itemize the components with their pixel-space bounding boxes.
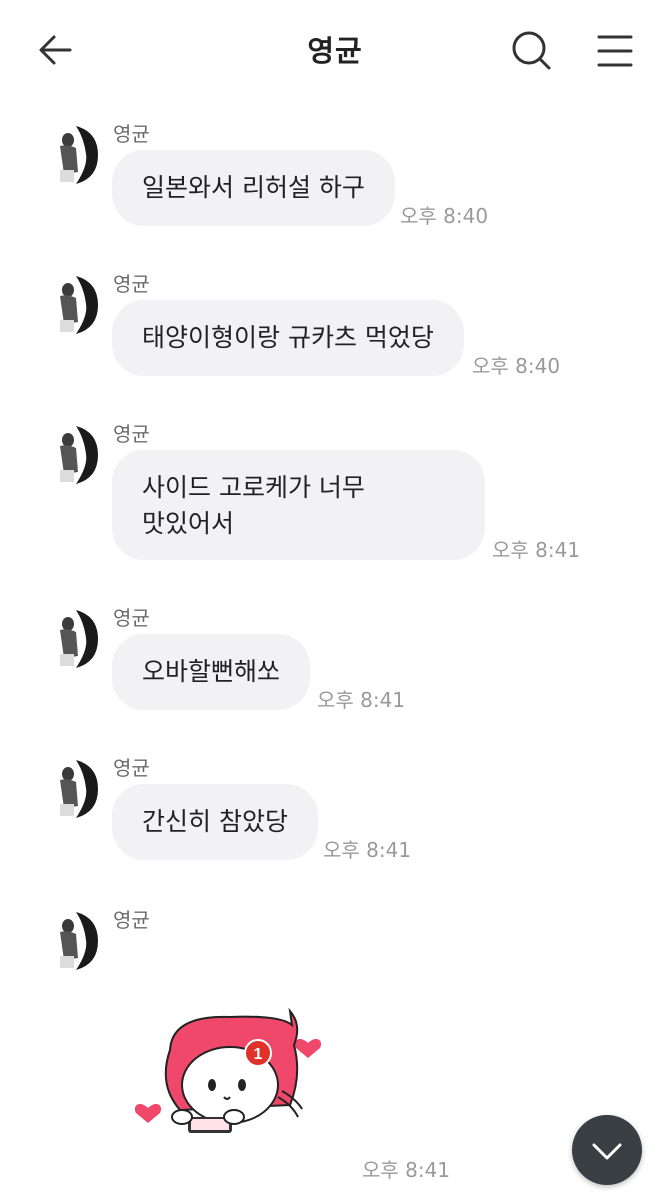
avatar[interactable] — [48, 760, 98, 818]
avatar[interactable] — [48, 426, 98, 484]
avatar-photo — [48, 126, 98, 184]
search-icon — [512, 31, 551, 70]
message-time: 오후 8:41 — [492, 538, 581, 562]
avatar[interactable] — [48, 912, 98, 970]
avatar-photo — [48, 276, 98, 334]
message-bubble[interactable]: 사이드 고로케가 너무 맛있어서 — [112, 450, 485, 560]
sender-name: 영균 — [113, 756, 150, 780]
scroll-to-bottom-button[interactable] — [572, 1115, 642, 1185]
chevron-down-icon — [592, 1143, 622, 1160]
message-time: 오후 8:40 — [472, 354, 561, 378]
avatar-photo — [48, 426, 98, 484]
pink-hooded-character-sticker-icon: 1 — [134, 1007, 322, 1133]
sticker-badge: 1 — [254, 1046, 263, 1063]
sender-name: 영균 — [113, 422, 150, 446]
message-time: 오후 8:41 — [323, 838, 412, 862]
avatar-photo — [48, 610, 98, 668]
sender-name: 영균 — [113, 908, 150, 932]
avatar[interactable] — [48, 610, 98, 668]
message-time: 오후 8:41 — [362, 1158, 451, 1182]
message-bubble[interactable]: 일본와서 리허설 하구 — [112, 150, 395, 226]
message-bubble[interactable]: 오바할뻔해쏘 — [112, 634, 311, 710]
sticker[interactable]: 1 — [130, 1005, 330, 1155]
message-bubble[interactable]: 태양이형이랑 규카츠 먹었당 — [112, 300, 464, 376]
sender-name: 영균 — [113, 272, 150, 296]
chat-header: 영균 — [0, 0, 670, 100]
avatar-photo — [48, 912, 98, 970]
menu-button[interactable] — [594, 30, 636, 72]
chat-title: 영균 — [307, 34, 363, 68]
message-bubble[interactable]: 간신히 참았당 — [112, 784, 318, 860]
avatar[interactable] — [48, 276, 98, 334]
avatar[interactable] — [48, 126, 98, 184]
hamburger-menu-icon — [597, 35, 633, 67]
message-time: 오후 8:40 — [400, 204, 489, 228]
sender-name: 영균 — [113, 122, 150, 146]
search-button[interactable] — [508, 27, 556, 75]
sender-name: 영균 — [113, 606, 150, 630]
message-time: 오후 8:41 — [317, 688, 406, 712]
avatar-photo — [48, 760, 98, 818]
